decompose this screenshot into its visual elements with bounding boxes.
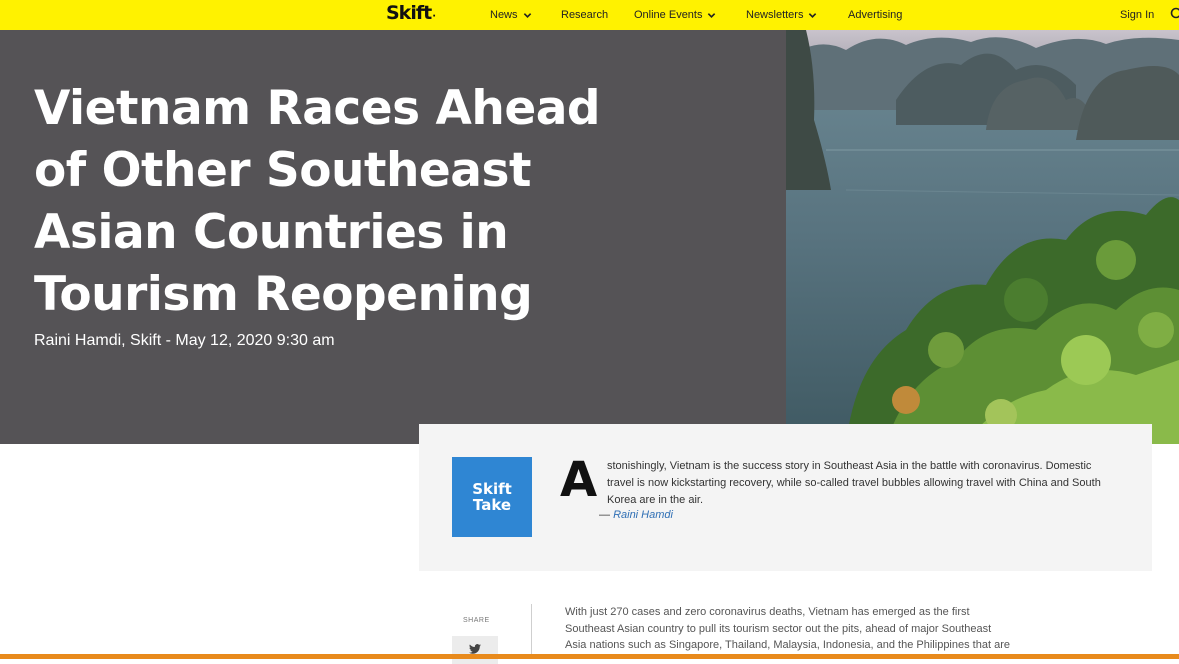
share-divider <box>531 604 532 659</box>
chevron-down-icon <box>523 11 532 20</box>
skift-logo[interactable]: Skift· <box>386 2 435 24</box>
nav-item-online-events[interactable]: Online Events <box>634 9 716 21</box>
author-prefix: — <box>599 509 613 521</box>
nav-item-label: Research <box>561 9 608 21</box>
nav-item-research[interactable]: Research <box>561 9 608 21</box>
author-link[interactable]: Raini Hamdi <box>613 509 673 521</box>
nav-item-label: Newsletters <box>746 9 803 21</box>
skift-take-author: — Raini Hamdi <box>599 509 673 521</box>
share-label: SHARE <box>463 617 490 624</box>
article-title: Vietnam Races Ahead of Other Southeast A… <box>34 78 654 326</box>
hero-photo <box>786 30 1179 444</box>
skift-take-text: stonishingly, Vietnam is the success sto… <box>607 458 1112 509</box>
drop-cap: A <box>560 456 597 504</box>
nav-item-advertising[interactable]: Advertising <box>848 9 902 21</box>
nav-item-news[interactable]: News <box>490 9 532 21</box>
article-byline: Raini Hamdi, Skift - May 12, 2020 9:30 a… <box>34 332 335 350</box>
chevron-down-icon <box>707 11 716 20</box>
logo-text: Skift <box>386 2 431 24</box>
nav-item-label: News <box>490 9 518 21</box>
chevron-down-icon <box>808 11 817 20</box>
search-icon[interactable] <box>1170 7 1179 21</box>
nav-item-label: Online Events <box>634 9 702 21</box>
badge-line-2: Take <box>473 497 511 513</box>
nav-item-newsletters[interactable]: Newsletters <box>746 9 817 21</box>
article-paragraph: With just 270 cases and zero coronavirus… <box>565 604 1010 654</box>
twitter-icon <box>469 644 481 654</box>
top-nav-bar: Skift· News Research Online Events Newsl… <box>0 0 1179 30</box>
landscape-photo-illustration <box>786 30 1179 444</box>
badge-line-1: Skift <box>472 481 512 497</box>
nav-item-label: Advertising <box>848 9 902 21</box>
skift-take-badge: Skift Take <box>452 457 532 537</box>
skift-take-box: Skift Take A stonishingly, Vietnam is th… <box>419 424 1152 571</box>
twitter-share-button[interactable] <box>452 636 498 664</box>
hero-banner: Vietnam Races Ahead of Other Southeast A… <box>0 30 786 444</box>
bottom-accent-bar <box>0 654 1179 659</box>
sign-in-link[interactable]: Sign In <box>1120 9 1154 21</box>
